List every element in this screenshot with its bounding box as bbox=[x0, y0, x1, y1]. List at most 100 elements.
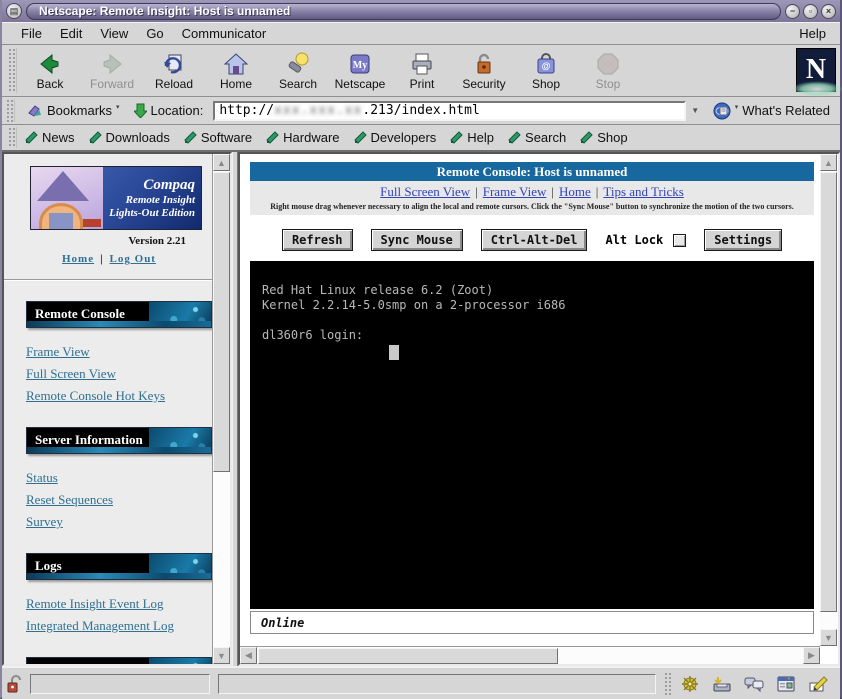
shop-button[interactable]: @ Shop bbox=[515, 46, 577, 95]
home-button[interactable]: Home bbox=[205, 46, 267, 95]
statusbar-grip[interactable] bbox=[664, 672, 672, 696]
ctrl-alt-del-button[interactable]: Ctrl-Alt-Del bbox=[481, 229, 588, 251]
personal-item-help[interactable]: Help bbox=[446, 128, 502, 147]
window-menu-icon[interactable]: ▤ bbox=[6, 3, 22, 19]
whats-related-button[interactable]: ▾ What's Related bbox=[709, 100, 834, 122]
search-flashlight-icon bbox=[286, 51, 310, 77]
reload-icon bbox=[162, 51, 186, 77]
compaq-rilo-logo: Compaq Remote Insight Lights-Out Edition bbox=[30, 166, 202, 230]
netscape-button[interactable]: My Netscape bbox=[329, 46, 391, 95]
bookmarks-button[interactable]: Bookmarks ▾ bbox=[23, 101, 124, 121]
search-button[interactable]: Search bbox=[267, 46, 329, 95]
personal-item-hardware[interactable]: Hardware bbox=[262, 128, 347, 147]
navigator-icon[interactable] bbox=[680, 675, 700, 693]
scroll-left-arrow[interactable]: ◀ bbox=[240, 647, 257, 664]
title-pill[interactable]: Netscape: Remote Insight: Host is unname… bbox=[26, 3, 781, 20]
right-arrow-icon: ▶ bbox=[808, 650, 815, 661]
window-title: Netscape: Remote Insight: Host is unname… bbox=[39, 4, 290, 18]
maximize-button[interactable]: ▫ bbox=[803, 4, 818, 19]
nav-separator: | bbox=[475, 184, 478, 199]
bookmark-ribbon-icon bbox=[508, 131, 521, 144]
url-dropdown-arrow[interactable]: ▼ bbox=[688, 101, 703, 121]
window-controls: − ▫ × bbox=[785, 4, 836, 19]
url-redacted: xxx.xxx.xx bbox=[274, 103, 362, 118]
sidebar-item-remote-insight-event-log[interactable]: Remote Insight Event Log bbox=[26, 593, 202, 615]
discussions-icon[interactable] bbox=[744, 675, 764, 693]
menu-help[interactable]: Help bbox=[795, 24, 830, 43]
stop-icon bbox=[596, 51, 620, 77]
browser-content: Compaq Remote Insight Lights-Out Edition… bbox=[2, 152, 840, 666]
minimize-button[interactable]: − bbox=[785, 4, 800, 19]
location-bar-grip[interactable] bbox=[6, 99, 15, 122]
menu-edit[interactable]: Edit bbox=[51, 24, 91, 43]
scroll-up-arrow[interactable]: ▲ bbox=[820, 154, 837, 171]
main-hscroll-thumb[interactable] bbox=[258, 648, 558, 664]
sidebar-scroll-thumb[interactable] bbox=[213, 172, 230, 472]
alt-lock-checkbox[interactable] bbox=[673, 234, 686, 247]
sync-mouse-button[interactable]: Sync Mouse bbox=[371, 229, 463, 251]
personal-item-developers[interactable]: Developers bbox=[350, 128, 445, 147]
nav-home[interactable]: Home bbox=[559, 184, 591, 199]
nav-full-screen-view[interactable]: Full Screen View bbox=[380, 184, 470, 199]
mailbox-icon[interactable] bbox=[712, 675, 732, 693]
security-lock-icon bbox=[472, 51, 496, 77]
stop-button[interactable]: Stop bbox=[577, 46, 639, 95]
forward-button[interactable]: Forward bbox=[81, 46, 143, 95]
menu-communicator[interactable]: Communicator bbox=[173, 24, 276, 43]
netscape-n-logo[interactable]: N bbox=[796, 48, 836, 92]
reload-button[interactable]: Reload bbox=[143, 46, 205, 95]
sidebar-frame: Compaq Remote Insight Lights-Out Edition… bbox=[2, 152, 232, 666]
left-arrow-icon: ◀ bbox=[245, 650, 252, 661]
personal-item-software[interactable]: Software bbox=[180, 128, 260, 147]
close-icon: × bbox=[826, 7, 831, 16]
scroll-right-arrow[interactable]: ▶ bbox=[803, 647, 820, 664]
remote-console-screen[interactable]: Red Hat Linux release 6.2 (Zoot) Kernel … bbox=[250, 261, 814, 609]
personal-item-downloads[interactable]: Downloads bbox=[85, 128, 178, 147]
sidebar-item-survey[interactable]: Survey bbox=[26, 511, 202, 533]
section-title: Logs bbox=[35, 558, 62, 574]
scroll-down-arrow[interactable]: ▼ bbox=[213, 647, 230, 664]
scroll-up-arrow[interactable]: ▲ bbox=[213, 154, 230, 171]
personal-toolbar-grip[interactable] bbox=[8, 127, 17, 148]
location-label-group[interactable]: Location: bbox=[130, 101, 208, 120]
close-button[interactable]: × bbox=[821, 4, 836, 19]
title-bar: ▤ Netscape: Remote Insight: Host is unna… bbox=[2, 0, 840, 22]
logout-link[interactable]: Log Out bbox=[110, 253, 156, 265]
console-cursor bbox=[389, 345, 399, 360]
security-status-lock-icon[interactable] bbox=[6, 675, 22, 693]
sidebar-item-integrated-management-log[interactable]: Integrated Management Log bbox=[26, 615, 202, 637]
main-scroll-thumb[interactable] bbox=[820, 172, 837, 612]
menu-file[interactable]: File bbox=[12, 24, 51, 43]
sidebar-item-full-screen-view[interactable]: Full Screen View bbox=[26, 363, 202, 385]
address-book-icon[interactable] bbox=[776, 675, 796, 693]
personal-toolbar: News Downloads Software Hardware Develop… bbox=[2, 125, 840, 152]
back-button[interactable]: Back bbox=[19, 46, 81, 95]
sidebar-item-reset-sequences[interactable]: Reset Sequences bbox=[26, 489, 202, 511]
refresh-button[interactable]: Refresh bbox=[282, 229, 353, 251]
nav-frame-view[interactable]: Frame View bbox=[483, 184, 547, 199]
personal-item-news[interactable]: News bbox=[21, 128, 83, 147]
print-button[interactable]: Print bbox=[391, 46, 453, 95]
personal-item-label: Hardware bbox=[283, 130, 339, 145]
console-line: Kernel 2.2.14-5.0smp on a 2-processor i6… bbox=[262, 298, 814, 313]
url-input[interactable]: http://xxx.xxx.xx.213/index.html bbox=[213, 101, 685, 121]
personal-item-shop[interactable]: Shop bbox=[576, 128, 635, 147]
menu-view[interactable]: View bbox=[91, 24, 137, 43]
sidebar-item-frame-view[interactable]: Frame View bbox=[26, 341, 202, 363]
security-button[interactable]: Security bbox=[453, 46, 515, 95]
maximize-icon: ▫ bbox=[809, 7, 812, 16]
scroll-down-arrow[interactable]: ▼ bbox=[820, 629, 837, 646]
status-progress-panel bbox=[30, 674, 210, 694]
sidebar-item-remote-console-hot-keys[interactable]: Remote Console Hot Keys bbox=[26, 385, 202, 407]
component-bar bbox=[680, 675, 832, 693]
nav-tips-and-tricks[interactable]: Tips and Tricks bbox=[603, 184, 683, 199]
search-label: Search bbox=[279, 77, 317, 91]
sidebar-item-status[interactable]: Status bbox=[26, 467, 202, 489]
menu-go[interactable]: Go bbox=[137, 24, 172, 43]
home-link[interactable]: Home bbox=[62, 253, 94, 265]
personal-item-search[interactable]: Search bbox=[504, 128, 574, 147]
settings-button[interactable]: Settings bbox=[704, 229, 782, 251]
composer-icon[interactable] bbox=[808, 675, 828, 693]
toolbar-grip[interactable] bbox=[8, 48, 17, 93]
main-horizontal-scrollbar: ◀ ▶ bbox=[240, 646, 820, 664]
